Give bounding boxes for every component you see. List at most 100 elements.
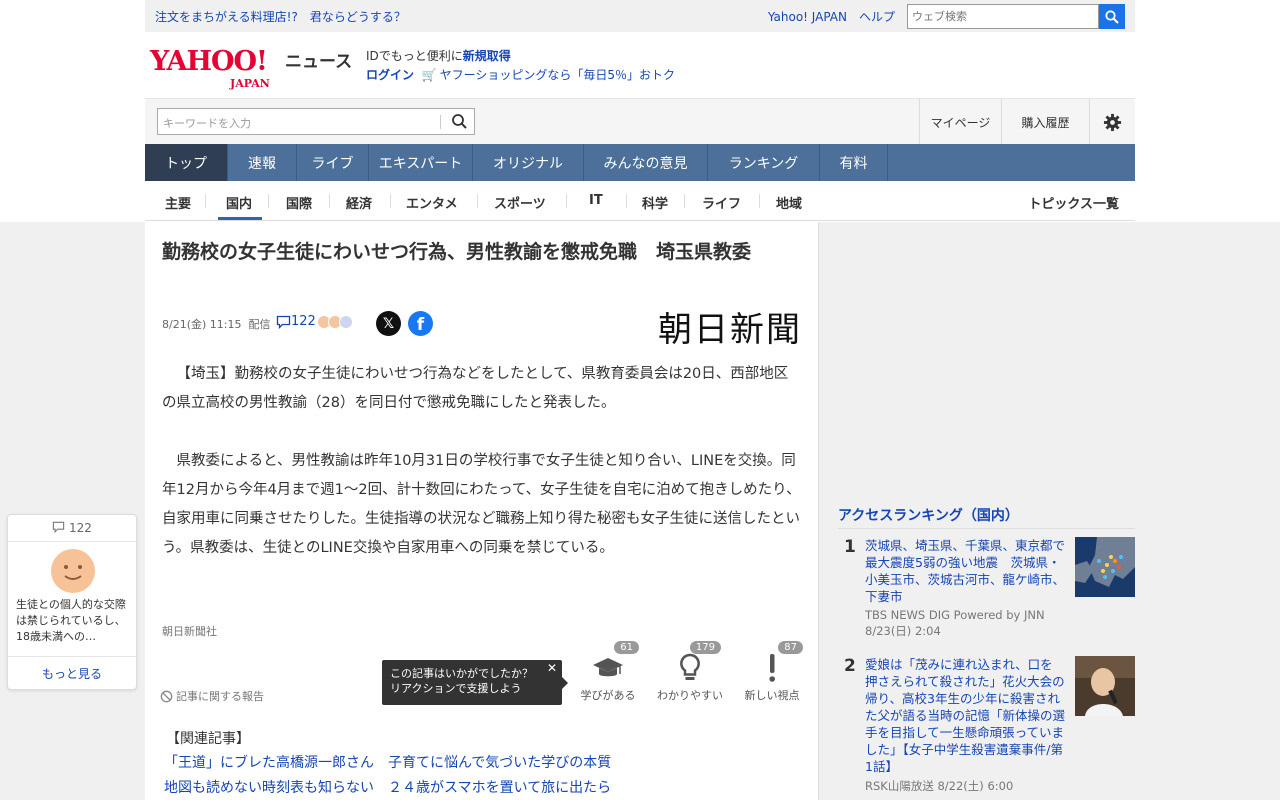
nav-ranking[interactable]: ランキング bbox=[708, 144, 820, 181]
article-body: 【埼玉】勤務校の女子生徒にわいせつ行為などをしたとして、県教育委員会は20日、西… bbox=[162, 360, 802, 563]
nav-top[interactable]: トップ bbox=[145, 144, 228, 181]
reaction-tooltip: この記事はいかがでしたか？ リアクションで支援しよう ✕ bbox=[382, 660, 568, 705]
mypage-link[interactable]: マイページ bbox=[919, 99, 1001, 145]
tab-entertainment[interactable]: エンタメ bbox=[406, 193, 458, 212]
utility-right: Yahoo! JAPAN ヘルプ bbox=[768, 4, 1125, 29]
nav-opinions[interactable]: みんなの意見 bbox=[584, 144, 708, 181]
reaction-new-view[interactable]: 87 新しい視点 bbox=[737, 641, 807, 703]
related-heading: 【関連記事】 bbox=[166, 731, 250, 747]
shopping-promo-link[interactable]: ヤフーショッピングなら「毎日5％」おトク bbox=[440, 68, 675, 82]
settings-button[interactable] bbox=[1089, 99, 1135, 145]
ranking-item[interactable]: 1 茨城県、埼玉県、千葉県、東京都で最大震度5弱の強い地震 茨城県・小美玉市、茨… bbox=[838, 537, 1135, 647]
reaction-label: 新しい視点 bbox=[744, 689, 800, 702]
web-search-input[interactable] bbox=[907, 4, 1099, 29]
tab-main[interactable]: 主要 bbox=[165, 193, 191, 212]
nav-paid[interactable]: 有料 bbox=[820, 144, 888, 181]
related-article-link[interactable]: 地図も読めない時刻表も知らない ２４歳がスマホを置いて旅に出たら bbox=[164, 777, 611, 797]
related-article-link[interactable]: 「王道」にブレた高橋源一郎さん 子育てに悩んで気づいた学びの本質 bbox=[164, 752, 611, 772]
ranking-title[interactable]: 茨城県、埼玉県、千葉県、東京都で最大震度5弱の強い地震 茨城県・小美玉市、茨城古… bbox=[865, 537, 1065, 605]
reaction-learn[interactable]: 61 学びがある bbox=[573, 641, 643, 703]
divider bbox=[390, 194, 391, 208]
comment-icon bbox=[52, 521, 65, 534]
promo-link[interactable]: 注文をまちがえる料理店!? 君ならどうする？ bbox=[155, 8, 406, 25]
publish-date: 8/21(金) 11:15 bbox=[162, 318, 242, 331]
tab-sports[interactable]: スポーツ bbox=[494, 193, 546, 212]
topics-list-link[interactable]: トピックス一覧 bbox=[1028, 193, 1119, 212]
comment-count-link[interactable]: 122 bbox=[276, 314, 316, 329]
divider bbox=[440, 115, 441, 129]
ranking-title[interactable]: 愛娘は「茂みに連れ込まれ、口を押さえられて殺された」花火大会の帰り、高校3年生の… bbox=[865, 656, 1065, 775]
keyword-search-button[interactable] bbox=[451, 113, 468, 134]
tab-it[interactable]: IT bbox=[589, 193, 603, 208]
logo-text: YAHOO! bbox=[150, 46, 268, 77]
divider bbox=[759, 194, 760, 208]
active-tab-indicator bbox=[218, 217, 262, 220]
reaction-label: わかりやすい bbox=[657, 689, 723, 702]
header-promo: IDでもっと便利に新規取得 ログイン 🛒 ヤフーショッピングなら「毎日5％」おトク bbox=[366, 47, 675, 85]
register-link[interactable]: 新規取得 bbox=[463, 49, 511, 63]
reaction-count: 61 bbox=[614, 641, 639, 654]
nav-live[interactable]: ライブ bbox=[297, 144, 369, 181]
see-more-link[interactable]: もっと見る bbox=[8, 665, 136, 682]
ranking-source: RSK山陽放送 8/22(土) 6:00 bbox=[865, 779, 1014, 793]
yahoo-japan-link[interactable]: Yahoo! JAPAN bbox=[768, 10, 847, 24]
help-link[interactable]: ヘルプ bbox=[859, 8, 895, 25]
yahoo-logo[interactable]: YAHOO! JAPAN bbox=[150, 46, 270, 90]
comment-preview-card[interactable]: 122 生徒との個人的な交際は禁じられているし、18歳未満への… もっと見る bbox=[7, 514, 137, 690]
login-link[interactable]: ログイン bbox=[366, 68, 414, 82]
article-source: 朝日新聞社 bbox=[162, 625, 217, 638]
reaction-count: 179 bbox=[689, 641, 721, 654]
tab-life[interactable]: ライフ bbox=[702, 193, 741, 212]
cart-icon: 🛒 bbox=[417, 68, 437, 82]
utility-bar: 注文をまちがえる料理店!? 君ならどうする？ Yahoo! JAPAN ヘルプ bbox=[145, 0, 1135, 32]
article-paragraph: 【埼玉】勤務校の女子生徒にわいせつ行為などをしたとして、県教育委員会は20日、西… bbox=[162, 366, 789, 411]
nav-breaking[interactable]: 速報 bbox=[228, 144, 297, 181]
divider bbox=[268, 194, 269, 208]
divider bbox=[684, 194, 685, 208]
comment-count: 122 bbox=[68, 521, 92, 535]
search-icon bbox=[452, 114, 467, 129]
publisher-logo[interactable]: 朝日新聞 bbox=[658, 302, 802, 351]
tooltip-line: リアクションで支援しよう bbox=[390, 682, 522, 695]
news-label[interactable]: ニュース bbox=[285, 47, 352, 72]
reaction-count: 87 bbox=[778, 641, 803, 654]
x-share-button[interactable]: 𝕏 bbox=[376, 311, 401, 336]
facebook-icon: f bbox=[416, 315, 425, 335]
nav-expert[interactable]: エキスパート bbox=[369, 144, 473, 181]
prohibited-icon bbox=[160, 690, 173, 702]
face-icon bbox=[339, 315, 353, 329]
delivered-label: 配信 bbox=[248, 318, 271, 331]
tab-region[interactable]: 地域 bbox=[776, 193, 802, 212]
reaction-label: 学びがある bbox=[580, 689, 636, 702]
divider bbox=[329, 194, 330, 208]
user-menu: マイページ 購入履歴 bbox=[919, 99, 1135, 145]
facebook-share-button[interactable]: f bbox=[408, 311, 433, 336]
ranking-item[interactable]: 2 愛娘は「茂みに連れ込まれ、口を押さえられて殺された」花火大会の帰り、高校3年… bbox=[838, 656, 1135, 800]
ranking-date: 8/23(日) 2:04 bbox=[865, 624, 941, 638]
graduation-cap-icon bbox=[573, 652, 643, 684]
keyword-search-input[interactable]: キーワードを入力 bbox=[157, 108, 475, 135]
keyword-placeholder: キーワードを入力 bbox=[163, 117, 251, 130]
nav-original[interactable]: オリジナル bbox=[473, 144, 584, 181]
ranking-heading[interactable]: アクセスランキング（国内） bbox=[838, 505, 1135, 529]
comment-icon bbox=[276, 315, 291, 329]
comment-count-header: 122 bbox=[8, 521, 136, 535]
tab-domestic[interactable]: 国内 bbox=[226, 193, 252, 212]
tab-science[interactable]: 科学 bbox=[642, 193, 668, 212]
id-promo-text: IDでもっと便利に bbox=[366, 49, 463, 63]
tab-economy[interactable]: 経済 bbox=[346, 193, 372, 212]
logo-subtext: JAPAN bbox=[230, 77, 270, 90]
rank-number: 1 bbox=[844, 537, 856, 557]
report-link[interactable]: 記事に関する報告 bbox=[160, 688, 264, 704]
close-icon[interactable]: ✕ bbox=[547, 661, 557, 676]
ranking-source: TBS NEWS DIG Powered by JNN bbox=[865, 608, 1045, 622]
reaction-faces bbox=[317, 315, 353, 329]
category-nav: 主要 国内 国際 経済 エンタメ スポーツ IT 科学 ライフ 地域 トピックス… bbox=[145, 181, 1135, 221]
earthquake-map-thumbnail bbox=[1075, 537, 1135, 597]
web-search-button[interactable] bbox=[1099, 4, 1125, 29]
lightbulb-icon bbox=[655, 652, 725, 684]
tab-international[interactable]: 国際 bbox=[286, 193, 312, 212]
article: 勤務校の女子生徒にわいせつ行為、男性教諭を懲戒免職 埼玉県教委 8/21(金) … bbox=[145, 222, 819, 800]
purchase-history-link[interactable]: 購入履歴 bbox=[1001, 99, 1089, 145]
reaction-clear[interactable]: 179 わかりやすい bbox=[655, 641, 725, 703]
